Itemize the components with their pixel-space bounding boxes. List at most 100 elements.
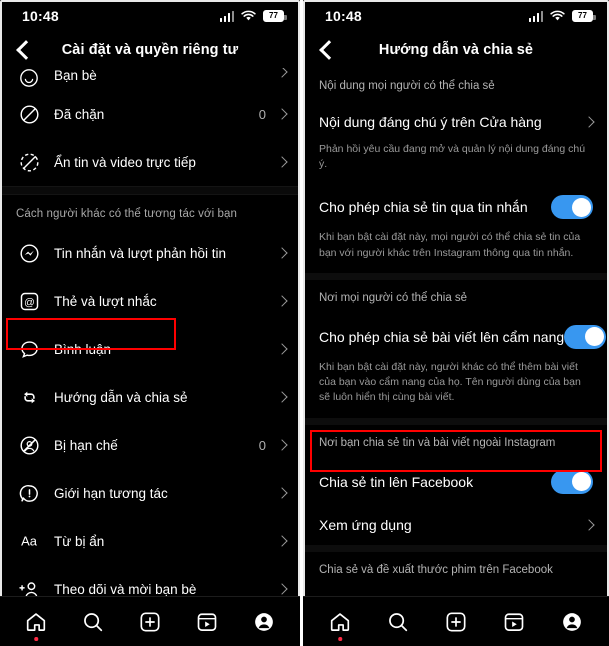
chevron-right-icon <box>276 156 288 168</box>
chevron-right-icon <box>276 439 288 451</box>
battery-percent: 77 <box>578 11 587 20</box>
list-item-label: Bị hạn chế <box>54 437 118 453</box>
chevron-right-icon <box>583 116 595 128</box>
toggle-knob <box>584 327 604 347</box>
row-description: Khi bạn bật cài đặt này, người khác có t… <box>319 360 581 404</box>
chevron-right-icon <box>276 391 288 403</box>
right-nav-header: Hướng dẫn và chia sẻ <box>303 32 609 68</box>
sidebar-item-tags-mentions[interactable]: @ Thẻ và lượt nhắc <box>0 277 300 325</box>
page-title: Hướng dẫn và chia sẻ <box>378 42 534 58</box>
share-refresh-icon <box>16 387 42 408</box>
row-allow-posts-to-guides[interactable]: Cho phép chia sẻ bài viết lên cẩm nang <box>303 314 609 360</box>
row-label: Cho phép chia sẻ tin qua tin nhắn <box>319 199 528 216</box>
row-shop-featured-content[interactable]: Nội dung đáng chú ý trên Cửa hàng <box>303 102 609 142</box>
home-tab[interactable] <box>322 605 358 641</box>
row-label: Xem ứng dụng <box>319 516 412 533</box>
chevron-right-icon <box>276 487 288 499</box>
row-label: Chia sẻ tin lên Facebook <box>319 473 474 490</box>
battery-icon: 77 <box>263 10 287 22</box>
row-label: Cho phép chia sẻ bài viết lên cẩm nang <box>319 328 565 345</box>
toggle-allow-story-sharing-messages[interactable] <box>551 195 593 220</box>
bottom-tab-bar-left <box>0 596 300 646</box>
right-phone-screen: 10:48 77 Hướng dẫn và chia sẻ Nội dung m… <box>303 0 609 646</box>
list-item-label: Đã chặn <box>54 106 105 122</box>
chevron-right-icon <box>276 295 288 307</box>
left-phone-screen: 10:48 77 Cài đặt và quyền riêng tư Bạn b… <box>0 0 303 646</box>
list-item-label: Theo dõi và mời bạn bè <box>54 581 197 597</box>
svg-text:Aa: Aa <box>21 534 38 549</box>
sidebar-item-interaction-limits[interactable]: Giới hạn tương tác <box>0 469 300 517</box>
section-divider <box>303 544 609 552</box>
section-divider <box>0 186 300 195</box>
hidden-words-aa-icon: Aa <box>16 531 42 551</box>
sidebar-item-comments[interactable]: Bình luận <box>0 325 300 373</box>
chevron-right-icon <box>583 518 595 531</box>
profile-tab[interactable] <box>554 605 590 639</box>
create-tab[interactable] <box>438 605 474 639</box>
left-nav-header: Cài đặt và quyền riêng tư <box>0 32 300 68</box>
chevron-right-icon <box>276 68 288 78</box>
cellular-signal-icon <box>219 10 234 22</box>
comment-bubble-icon <box>16 339 42 360</box>
chevron-right-icon <box>276 247 288 259</box>
sidebar-item-hide-story[interactable]: Ẩn tin và video trực tiếp <box>0 138 300 186</box>
status-indicators: 77 <box>219 10 287 22</box>
status-clock: 10:48 <box>22 8 59 24</box>
block-icon <box>16 104 42 125</box>
hide-story-icon <box>16 152 42 173</box>
list-item-label: Thẻ và lượt nhắc <box>54 293 157 309</box>
section-divider <box>303 417 609 425</box>
search-tab[interactable] <box>380 605 416 639</box>
search-tab[interactable] <box>75 605 111 639</box>
chevron-right-icon <box>276 343 288 355</box>
row-label: Nội dung đáng chú ý trên Cửa hàng <box>319 114 542 130</box>
row-description: Phản hồi yêu cầu đang mở và quản lý nội … <box>319 143 586 171</box>
svg-text:@: @ <box>24 296 35 308</box>
section-header-where-people-share: Nơi mọi người có thể chia sẻ <box>319 291 468 304</box>
sidebar-item-messages[interactable]: Tin nhắn và lượt phản hồi tin <box>0 229 300 277</box>
back-chevron-icon[interactable] <box>317 41 335 59</box>
row-description: Khi bạn bật cài đặt này, mọi người có th… <box>319 231 581 259</box>
row-view-apps[interactable]: Xem ứng dụng <box>303 505 609 545</box>
cellular-signal-icon <box>528 10 543 22</box>
status-clock: 10:48 <box>325 8 362 24</box>
section-header-shareable-content: Nội dung mọi người có thể chia sẻ <box>319 80 495 92</box>
messenger-icon <box>16 243 42 264</box>
bottom-tab-bar-right <box>303 596 609 646</box>
chevron-right-icon <box>276 535 288 547</box>
list-item-label: Bạn bè <box>54 68 97 83</box>
list-item-count: 0 <box>258 437 266 453</box>
page-title: Cài đặt và quyền riêng tư <box>61 42 239 58</box>
battery-icon: 77 <box>572 10 596 22</box>
reels-tab[interactable] <box>496 605 532 639</box>
sidebar-item-guides-sharing[interactable]: Hướng dẫn và chia sẻ <box>0 373 300 421</box>
list-item-label: Tin nhắn và lượt phản hồi tin <box>54 245 226 261</box>
reels-tab[interactable] <box>189 605 225 639</box>
list-item-label: Giới hạn tương tác <box>54 485 168 501</box>
list-item-label: Từ bị ẩn <box>54 533 105 549</box>
toggle-allow-posts-to-guides[interactable] <box>564 324 607 349</box>
battery-percent: 77 <box>269 11 278 20</box>
section-header-interactions: Cách người khác có thể tương tác với bạn <box>16 208 238 220</box>
sidebar-item-restricted[interactable]: Bị hạn chế 0 <box>0 421 300 469</box>
right-scroll-body[interactable]: Nội dung mọi người có thể chia sẻ Nội du… <box>303 68 609 646</box>
limit-exclaim-icon <box>16 483 42 504</box>
section-divider <box>303 272 609 280</box>
row-allow-story-sharing-messages[interactable]: Cho phép chia sẻ tin qua tin nhắn <box>303 184 609 230</box>
list-item-partial[interactable]: Bạn bè <box>0 68 300 90</box>
sidebar-item-hidden-words[interactable]: Aa Từ bị ẩn <box>0 517 300 565</box>
list-item-label: Bình luận <box>54 341 112 357</box>
sidebar-item-blocked[interactable]: Đã chặn 0 <box>0 90 300 138</box>
section-header-share-outside-instagram: Nơi bạn chia sẻ tin và bài viết ngoài In… <box>319 436 556 449</box>
left-scroll-body[interactable]: Bạn bè Đã chặn 0 Ẩn tin và video trực ti… <box>0 68 300 646</box>
home-tab[interactable] <box>18 605 54 641</box>
row-share-story-to-facebook[interactable]: Chia sẻ tin lên Facebook <box>303 459 609 505</box>
create-tab[interactable] <box>132 605 168 639</box>
status-bar-right: 10:48 77 <box>303 0 609 32</box>
profile-tab[interactable] <box>246 605 282 639</box>
toggle-share-story-to-facebook[interactable] <box>551 469 593 494</box>
section-header-reels-facebook: Chia sẻ và đề xuất thước phim trên Faceb… <box>319 563 553 576</box>
chevron-right-icon <box>276 583 288 595</box>
back-chevron-icon[interactable] <box>14 41 32 59</box>
status-indicators: 77 <box>528 10 596 22</box>
